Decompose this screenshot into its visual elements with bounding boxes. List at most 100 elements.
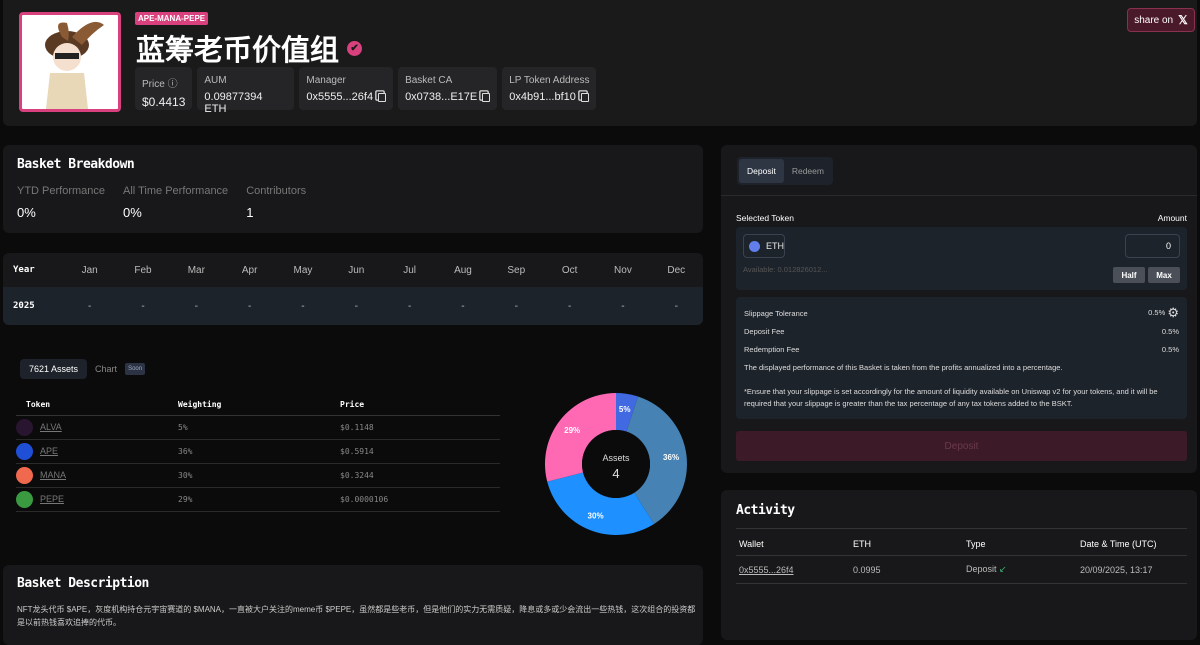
- col-eth: ETH: [850, 528, 963, 556]
- token-selector[interactable]: ETH: [743, 234, 785, 258]
- month-value: -: [567, 300, 572, 312]
- price: $0.0000106: [340, 487, 500, 512]
- token-link[interactable]: APE: [40, 446, 58, 456]
- redemption-fee-label: Redemption Fee: [744, 345, 800, 354]
- token-link[interactable]: PEPE: [40, 494, 64, 504]
- month-header: Year: [13, 265, 35, 275]
- token-input-box: ETH 0 Available: 0.012826012... Half Max: [736, 227, 1187, 290]
- col-price: Price: [340, 396, 500, 416]
- asset-tabs: 7621 Assets Chart Soon: [20, 359, 146, 379]
- divider: [721, 195, 1197, 196]
- slippage-note: *Ensure that your slippage is set accord…: [744, 387, 1158, 408]
- month-header: Jul: [403, 264, 417, 276]
- stat-price: Price ⓘ $0.4413: [135, 67, 193, 110]
- month-value: -: [194, 300, 198, 312]
- half-button[interactable]: Half: [1113, 267, 1145, 283]
- token-link[interactable]: MANA: [40, 470, 66, 480]
- month-value: -: [407, 300, 412, 312]
- slice-label: 29%: [564, 426, 580, 435]
- section-title: Basket Breakdown: [17, 157, 135, 172]
- month-value: 2025: [13, 301, 35, 311]
- slice-label: 30%: [588, 512, 604, 521]
- token-name: ETH: [766, 241, 784, 251]
- stat-value: 0x0738...E17E: [405, 91, 478, 103]
- available-balance: Available: 0.012826012...: [743, 265, 828, 274]
- month-header-row: Year Jan Feb Mar Apr May Jun Jul Aug Sep Oct Nov Dec: [3, 253, 703, 287]
- table-row: 0x5555...26f4 0.0995 Deposit ↙ 20/09/202…: [736, 555, 1187, 584]
- col-token: Token: [16, 396, 178, 416]
- month-header: Apr: [241, 264, 258, 276]
- col-type: Type: [963, 528, 1077, 556]
- stat-basket-ca: Basket CA 0x0738...E17E: [398, 67, 498, 110]
- basket-description: Basket Description NFT龙头代币 $APE，灰度机构持仓元宇…: [3, 565, 703, 645]
- deposit-panel: Deposit Redeem Selected Token Amount ETH …: [721, 145, 1197, 473]
- stat-manager: Manager 0x5555...26f4: [299, 67, 394, 110]
- stat-value: 0.09877394 ETH: [204, 91, 263, 115]
- amount-input[interactable]: 0: [1125, 234, 1180, 258]
- month-value: -: [247, 300, 252, 312]
- share-on-x-button[interactable]: share on 𝕏: [1127, 8, 1195, 32]
- month-header: Nov: [614, 264, 632, 276]
- price: $0.5914: [340, 439, 500, 464]
- stat-label: Basket CA: [405, 75, 453, 86]
- stat-value: 0x5555...26f4: [306, 91, 374, 103]
- month-header: Mar: [187, 264, 205, 276]
- amount-label: Amount: [1157, 213, 1187, 223]
- token-link[interactable]: ALVA: [40, 422, 62, 432]
- redemption-fee-value: 0.5%: [1161, 345, 1179, 354]
- tab-chart[interactable]: Chart: [95, 364, 117, 374]
- basket-header: APE-MANA-PEPE 蓝筹老币价值组 ✔ Price ⓘ $0.4413 AU…: [3, 0, 1197, 126]
- month-value: -: [354, 300, 358, 312]
- ytd-performance: YTD Performance 0%: [17, 185, 105, 220]
- month-header: Jan: [81, 264, 98, 276]
- month-value: -: [141, 300, 145, 312]
- stat-aum: AUM 0.09877394 ETH: [197, 67, 295, 115]
- title-text: 蓝筹老币价值组: [136, 35, 340, 67]
- wallet-link[interactable]: 0x5555...26f4: [739, 565, 794, 575]
- month-header: May: [293, 264, 313, 276]
- copy-icon[interactable]: [482, 92, 491, 102]
- basket-breakdown: Basket Breakdown YTD Performance 0% All T…: [3, 145, 703, 233]
- section-title: Activity: [736, 503, 795, 518]
- month-value: -: [301, 300, 305, 312]
- copy-icon[interactable]: [378, 92, 387, 102]
- col-wallet: Wallet: [736, 528, 850, 556]
- description-text: NFT龙头代币 $APE，灰度机构持仓元宇宙赛道的 $MANA，一直被大户关注的…: [17, 605, 696, 627]
- share-label: share on: [1134, 14, 1174, 26]
- info-icon[interactable]: ⓘ: [168, 79, 178, 90]
- copy-icon[interactable]: [580, 92, 589, 102]
- token-table: Token Weighting Price ALVA 5% $0.1148 APE 36% $…: [16, 396, 500, 512]
- basket-tag: APE-MANA-PEPE: [135, 12, 209, 25]
- eth-icon: [749, 240, 760, 252]
- col-date: Date & Time (UTC): [1077, 528, 1187, 556]
- month-value: -: [514, 300, 518, 312]
- selected-token-label: Selected Token: [736, 213, 794, 223]
- price: $0.1148: [340, 415, 500, 440]
- x-logo-icon: 𝕏: [1178, 13, 1188, 27]
- all-time-performance: All Time Performance 0%: [123, 185, 228, 220]
- month-value: -: [674, 300, 678, 312]
- verified-icon: ✔: [347, 40, 363, 56]
- month-header: Sep: [507, 264, 526, 276]
- price-label: Price: [142, 79, 165, 90]
- table-row: ALVA 5% $0.1148: [16, 415, 500, 440]
- gear-icon[interactable]: ⚙: [1167, 305, 1179, 320]
- stat-label: LP Token Address: [509, 75, 590, 86]
- activity-panel: Activity Wallet ETH Type Date & Time (UTC) …: [721, 490, 1197, 640]
- soon-badge: Soon: [125, 363, 146, 375]
- slippage-label: Slippage Tolerance: [744, 308, 808, 318]
- center-value: 4: [612, 466, 619, 481]
- deposit-button[interactable]: Deposit: [736, 431, 1187, 461]
- tab-assets[interactable]: 7621 Assets: [20, 359, 88, 379]
- tab-redeem[interactable]: Redeem: [784, 159, 832, 183]
- max-button[interactable]: Max: [1148, 267, 1180, 283]
- label: YTD Performance: [17, 185, 106, 197]
- value: 1: [246, 205, 254, 220]
- month-value: -: [461, 300, 465, 312]
- col-weighting: Weighting: [178, 396, 340, 416]
- basket-avatar: [19, 12, 121, 112]
- tab-deposit[interactable]: Deposit: [739, 159, 784, 183]
- value: 0%: [123, 205, 142, 220]
- stat-value: $0.4413: [142, 95, 186, 109]
- datetime: 20/09/2025, 13:17: [1077, 555, 1187, 584]
